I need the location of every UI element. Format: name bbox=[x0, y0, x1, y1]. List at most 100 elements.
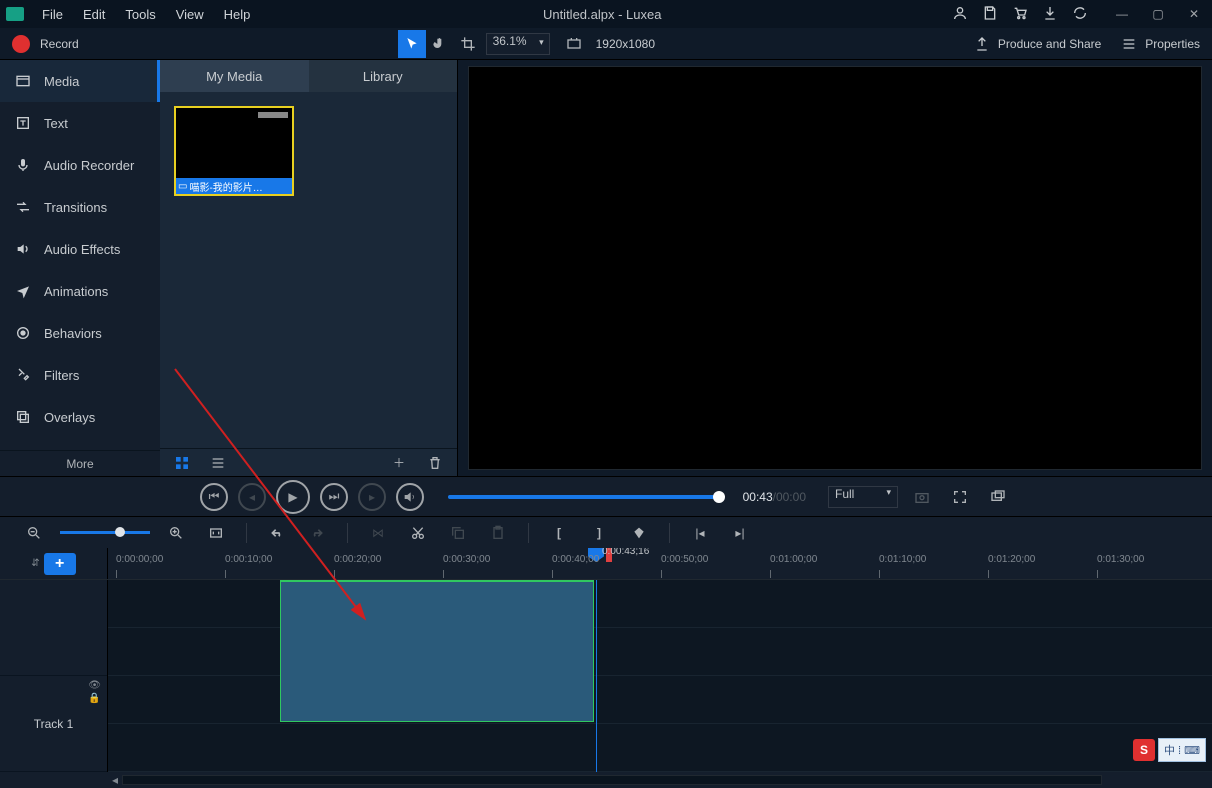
crop-tool[interactable] bbox=[454, 30, 482, 58]
zoom-out-button[interactable] bbox=[20, 519, 48, 547]
cut-button[interactable] bbox=[404, 519, 432, 547]
delete-media-button[interactable] bbox=[421, 449, 449, 477]
playback-time: 00:43/00:00 bbox=[743, 490, 806, 504]
goto-end-button[interactable]: ▸ bbox=[358, 483, 386, 511]
timeline-zoom-slider[interactable] bbox=[60, 531, 150, 534]
timeline-clip[interactable] bbox=[280, 580, 594, 722]
timeline: ⇵ + 0:00:43;16 0:00:00;000:00:10;000:00:… bbox=[0, 548, 1212, 788]
zoom-in-button[interactable] bbox=[162, 519, 190, 547]
ruler-tick: 0:00:50;00 bbox=[661, 554, 708, 565]
timeline-toolbar: ⋈ [ ] |◂ ▸| bbox=[0, 516, 1212, 548]
next-marker-button[interactable]: ▸| bbox=[726, 519, 754, 547]
sidebar-item-behaviors[interactable]: Behaviors bbox=[0, 312, 160, 354]
ruler-tick: 0:00:30;00 bbox=[443, 554, 490, 565]
ruler-tick: 0:01:10;00 bbox=[879, 554, 926, 565]
timeline-tracks[interactable] bbox=[108, 580, 1212, 772]
ruler-tick: 0:01:20;00 bbox=[988, 554, 1035, 565]
account-icon[interactable] bbox=[952, 5, 968, 24]
copy-button[interactable] bbox=[444, 519, 472, 547]
menu-view[interactable]: View bbox=[166, 3, 214, 26]
preview-quality-select[interactable]: Full ▾ bbox=[828, 486, 898, 508]
hand-tool[interactable] bbox=[426, 30, 454, 58]
playback-bar: ⏮ ◂ ▶ ⏭ ▸ 00:43/00:00 Full ▾ bbox=[0, 476, 1212, 516]
prev-marker-button[interactable]: |◂ bbox=[686, 519, 714, 547]
grid-view-button[interactable] bbox=[168, 449, 196, 477]
ruler-tick: 0:00:00;00 bbox=[116, 554, 163, 565]
mark-out-button[interactable]: ] bbox=[585, 519, 613, 547]
add-track-button[interactable]: + bbox=[44, 553, 76, 575]
list-view-button[interactable] bbox=[204, 449, 232, 477]
sidebar-item-media[interactable]: Media bbox=[0, 60, 160, 102]
media-clip-thumbnail[interactable]: ▭ 喵影-我的影片… bbox=[174, 106, 294, 196]
sidebar-item-audio-effects[interactable]: Audio Effects bbox=[0, 228, 160, 270]
menu-file[interactable]: File bbox=[32, 3, 73, 26]
resolution-label: 1920x1080 bbox=[596, 37, 655, 51]
menu-help[interactable]: Help bbox=[214, 3, 261, 26]
thumbnail-image bbox=[176, 108, 292, 178]
ruler-tick: 0:00:40;00 bbox=[552, 554, 599, 565]
track-lock-icon[interactable]: 🔒 bbox=[88, 693, 101, 704]
snapshot-button[interactable] bbox=[908, 483, 936, 511]
ruler-tick: 0:00:20;00 bbox=[334, 554, 381, 565]
timeline-h-scrollbar[interactable]: ◂ bbox=[0, 772, 1212, 788]
overlays-icon bbox=[14, 408, 32, 426]
playhead-line bbox=[596, 580, 597, 772]
record-button[interactable]: Record bbox=[12, 35, 79, 53]
zoom-level-select[interactable]: 36.1%▾ bbox=[486, 33, 550, 55]
ruler-tick: 0:00:10;00 bbox=[225, 554, 272, 565]
filmstrip-icon: ▭ bbox=[178, 181, 187, 192]
sidebar-item-filters[interactable]: Filters bbox=[0, 354, 160, 396]
titlebar: File Edit Tools View Help Untitled.alpx … bbox=[0, 0, 1212, 28]
prev-frame-button[interactable]: ◂ bbox=[238, 483, 266, 511]
window-title: Untitled.alpx - Luxea bbox=[260, 7, 944, 22]
sidebar-item-audio-recorder[interactable]: Audio Recorder bbox=[0, 144, 160, 186]
save-icon[interactable] bbox=[982, 5, 998, 24]
track-spacer bbox=[0, 580, 107, 676]
cart-icon[interactable] bbox=[1012, 5, 1028, 24]
track-controls: ⇵ + bbox=[0, 548, 108, 579]
pointer-tool[interactable] bbox=[398, 30, 426, 58]
download-icon[interactable] bbox=[1042, 5, 1058, 24]
timeline-ruler[interactable]: 0:00:43;16 0:00:00;000:00:10;000:00:20;0… bbox=[108, 548, 1212, 579]
fit-vertical-icon[interactable]: ⇵ bbox=[31, 558, 39, 569]
detach-preview-button[interactable] bbox=[984, 483, 1012, 511]
mark-in-button[interactable]: [ bbox=[545, 519, 573, 547]
track-header-1[interactable]: Track 1 👁 🔒 bbox=[0, 676, 107, 772]
sidebar-item-text[interactable]: Text bbox=[0, 102, 160, 144]
play-button[interactable]: ▶ bbox=[276, 480, 310, 514]
menu-tools[interactable]: Tools bbox=[115, 3, 165, 26]
fit-tool[interactable] bbox=[560, 30, 588, 58]
playback-progress-slider[interactable] bbox=[448, 495, 719, 499]
next-frame-button[interactable]: ⏭ bbox=[320, 483, 348, 511]
sync-icon[interactable] bbox=[1072, 5, 1088, 24]
properties-button[interactable]: Properties bbox=[1121, 36, 1200, 52]
goto-start-button[interactable]: ⏮ bbox=[200, 483, 228, 511]
zoom-fit-button[interactable] bbox=[202, 519, 230, 547]
minimize-button[interactable]: — bbox=[1108, 4, 1136, 24]
produce-button[interactable]: Produce and Share bbox=[974, 36, 1101, 52]
tab-my-media[interactable]: My Media bbox=[160, 60, 309, 92]
sidebar: Media Text Audio Recorder Transitions Au… bbox=[0, 60, 160, 476]
filters-icon bbox=[14, 366, 32, 384]
sidebar-more[interactable]: More bbox=[0, 450, 160, 476]
redo-button[interactable] bbox=[303, 519, 331, 547]
add-media-button[interactable]: ＋ bbox=[385, 449, 413, 477]
volume-button[interactable] bbox=[396, 483, 424, 511]
split-button[interactable]: ⋈ bbox=[364, 519, 392, 547]
paste-button[interactable] bbox=[484, 519, 512, 547]
track-visibility-icon[interactable]: 👁 bbox=[88, 680, 101, 691]
add-marker-button[interactable] bbox=[625, 519, 653, 547]
sidebar-item-overlays[interactable]: Overlays bbox=[0, 396, 160, 438]
preview-canvas[interactable] bbox=[468, 66, 1202, 470]
undo-button[interactable] bbox=[263, 519, 291, 547]
menu-edit[interactable]: Edit bbox=[73, 3, 115, 26]
maximize-button[interactable]: ▢ bbox=[1144, 4, 1172, 24]
sidebar-item-transitions[interactable]: Transitions bbox=[0, 186, 160, 228]
close-button[interactable]: ✕ bbox=[1180, 4, 1208, 24]
record-icon bbox=[12, 35, 30, 53]
sidebar-item-animations[interactable]: Animations bbox=[0, 270, 160, 312]
tab-library[interactable]: Library bbox=[309, 60, 458, 92]
fullscreen-button[interactable] bbox=[946, 483, 974, 511]
text-icon bbox=[14, 114, 32, 132]
ruler-tick: 0:01:30;00 bbox=[1097, 554, 1144, 565]
